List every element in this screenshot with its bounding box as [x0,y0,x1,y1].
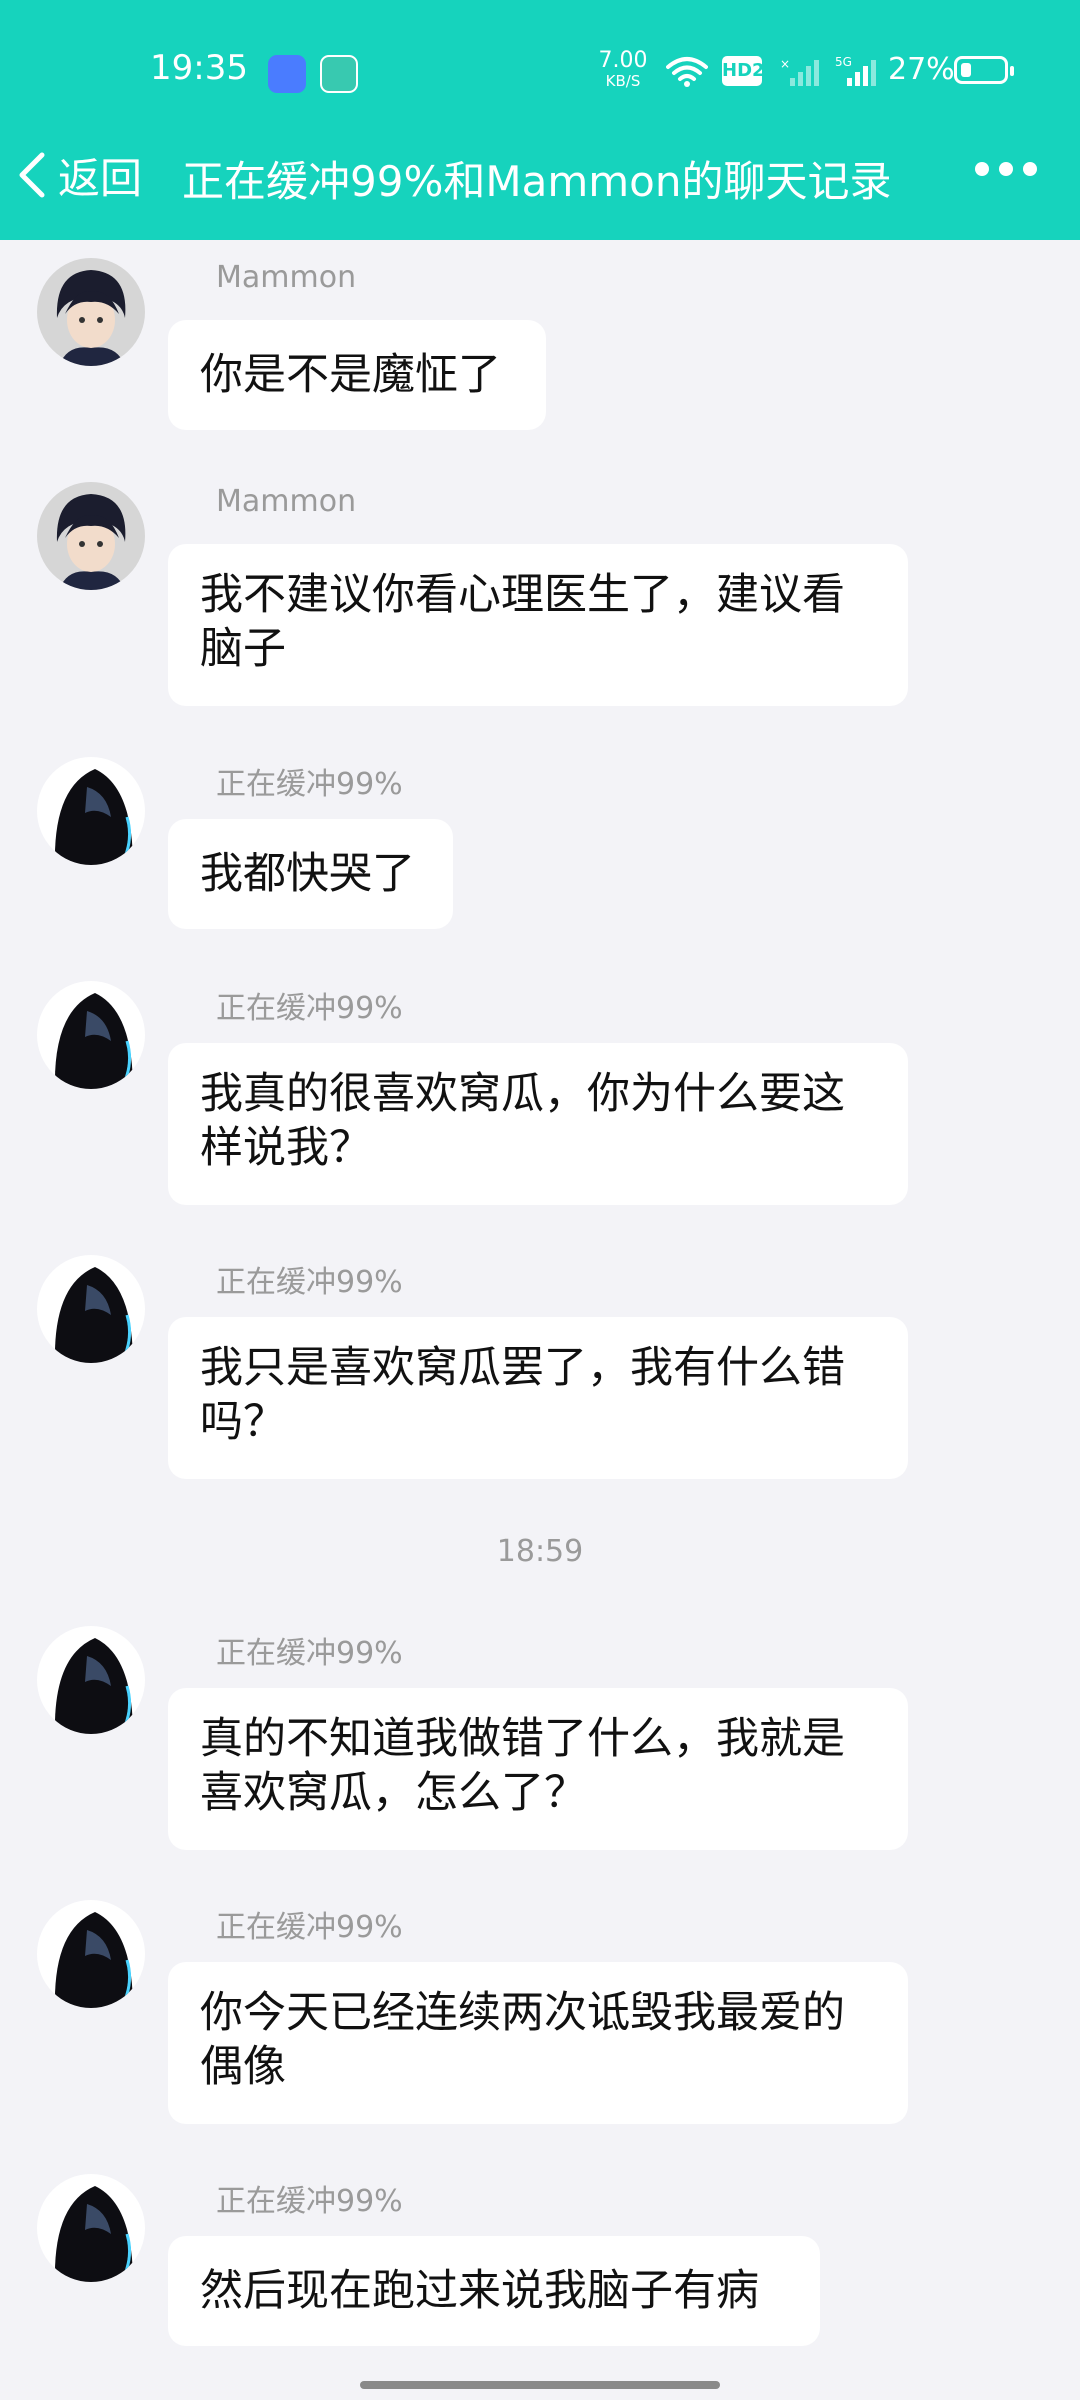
avatar-user[interactable] [37,1255,145,1363]
message-bubble[interactable]: 真的不知道我做错了什么，我就是喜欢窝瓜，怎么了？ [168,1688,908,1850]
back-label: 返回 [58,153,143,203]
home-indicator[interactable] [360,2381,720,2389]
sender-name: Mammon [216,260,357,295]
sender-name: Mammon [216,484,357,519]
message-bubble[interactable]: 你是不是魔怔了 [168,320,546,430]
status-time: 19:35 [150,48,248,88]
page-title: 正在缓冲99%和Mammon的聊天记录 [182,157,892,206]
hd-voice-badge: HD2 [722,56,765,86]
net-speed-unit: KB/S [605,72,641,90]
net-speed: 7.00 KB/S [598,50,648,89]
notification-app-icon-2 [320,55,358,93]
battery-icon [954,56,1014,84]
sender-name: 正在缓冲99% [216,991,403,1026]
status-bar: 19:35 7.00 KB/S HD2 × 5G 27% [0,0,1080,140]
avatar-user[interactable] [37,981,145,1089]
back-button[interactable]: 返回 [12,140,142,210]
signal-icon-sim2: 5G [835,55,876,86]
avatar-user[interactable] [37,1900,145,2008]
avatar-mammon[interactable] [37,258,145,366]
message-bubble[interactable]: 我只是喜欢窝瓜罢了，我有什么错吗？ [168,1317,908,1479]
sender-name: 正在缓冲99% [216,767,403,802]
message-bubble[interactable]: 然后现在跑过来说我脑子有病 [168,2236,820,2346]
sender-name: 正在缓冲99% [216,1636,403,1671]
battery-fill [961,63,971,77]
avatar-user[interactable] [37,757,145,865]
sender-name: 正在缓冲99% [216,1910,403,1945]
sender-name: 正在缓冲99% [216,1265,403,1300]
message-bubble[interactable]: 我不建议你看心理医生了，建议看脑子 [168,544,908,706]
net-speed-value: 7.00 [598,48,648,73]
svg-text:×: × [780,57,790,71]
avatar-mammon[interactable] [37,482,145,590]
message-bubble[interactable]: 我都快哭了 [168,819,453,929]
battery-percent: 27% [888,52,955,87]
more-dots-icon[interactable] [975,162,1037,176]
avatar-user[interactable] [37,1626,145,1734]
time-separator: 18:59 [496,1534,584,1569]
wifi-icon [666,57,708,87]
header-bar: 19:35 7.00 KB/S HD2 × 5G 27% 返回 正在缓冲99%和… [0,0,1080,240]
avatar-user[interactable] [37,2174,145,2282]
sender-name: 正在缓冲99% [216,2184,403,2219]
chevron-left-icon [12,149,52,201]
notification-app-icon [268,55,306,93]
signal-icon-sim1: × [780,57,819,86]
svg-text:5G: 5G [835,55,852,69]
message-bubble[interactable]: 你今天已经连续两次诋毁我最爱的偶像 [168,1962,908,2124]
message-bubble[interactable]: 我真的很喜欢窝瓜，你为什么要这样说我？ [168,1043,908,1205]
